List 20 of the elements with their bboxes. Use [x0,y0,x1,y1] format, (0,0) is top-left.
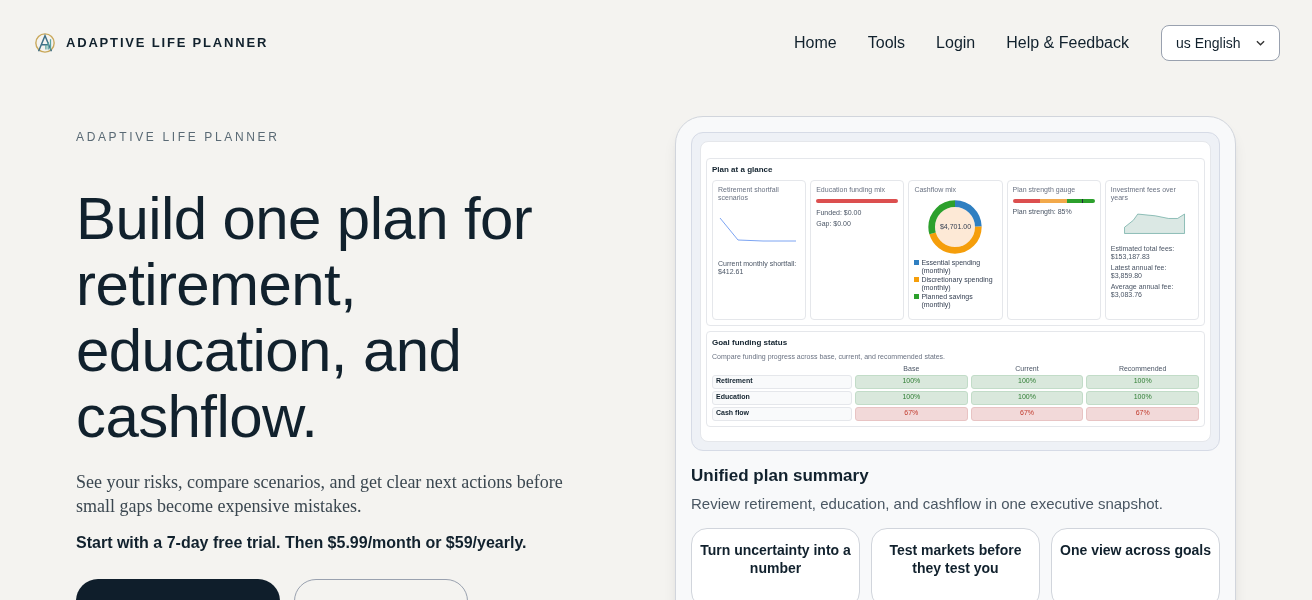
nav-link[interactable]: Tools [867,31,906,55]
feature-card: One view across goals [1051,527,1220,600]
eyebrow-text: ADAPTIVE LIFE PLANNER [76,129,281,146]
summary-subtitle: Review retirement, education, and cashflow in one executive snapshot. [691,494,1164,514]
feature-card: Turn uncertainty into a number [691,527,860,600]
logo-icon [34,31,56,55]
pricing-offer: Start with a 7-day free trial. Then $5.99/month or $59/yearly. [76,533,528,553]
nav-link[interactable]: Login [936,31,976,55]
hero-lead: See your risks, compare scenarios, and get clear next actions before small gaps become expensive mistakes. [76,471,564,518]
nav-link[interactable]: Home [794,31,837,55]
panel-title: Plan at a glance [712,164,774,176]
donut-chart-drawing [927,199,984,255]
nav-link[interactable]: Help & Feedback [1006,31,1129,55]
brand-name: ADAPTIVE LIFE PLANNER [66,34,269,53]
chevron-down-icon [1256,40,1265,46]
hero-heading: Build one plan for retirement, education, and cashflow. [76,186,534,450]
language-select[interactable]: us English [1161,25,1280,61]
summary-title: Unified plan summary [691,464,870,487]
panel-title: Goal funding status [712,337,789,349]
feature-card: Test markets before they test you [871,527,1040,600]
